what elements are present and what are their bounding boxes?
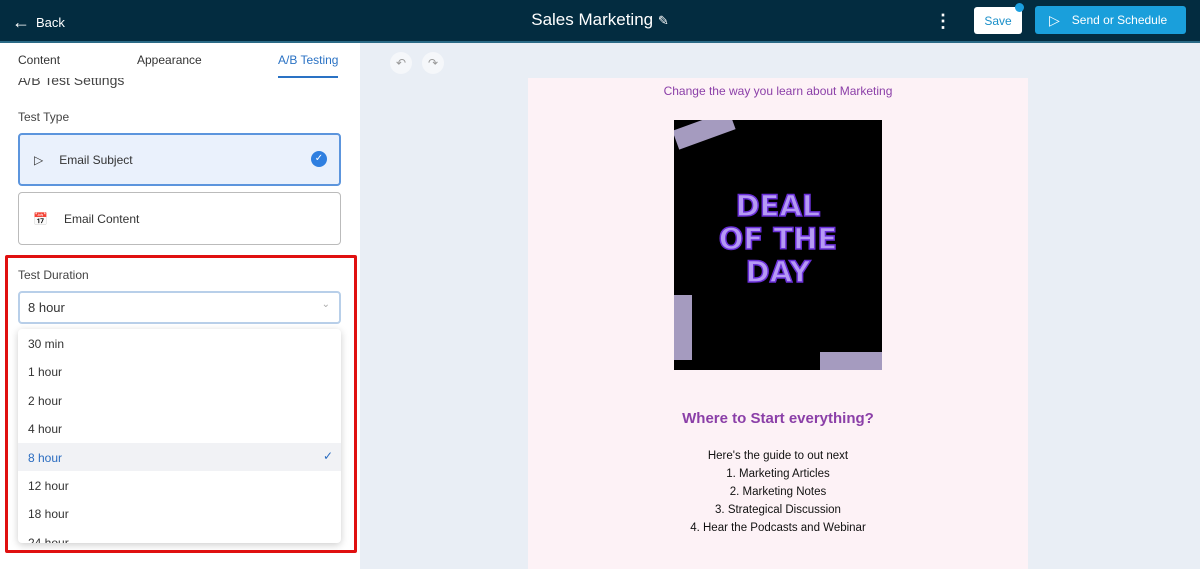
duration-option[interactable]: 2 hour (18, 386, 341, 414)
option-label: Email Subject (59, 152, 133, 167)
calendar-icon: 📅 (33, 211, 48, 226)
send-icon: ▷ (1049, 11, 1060, 28)
test-type-email-subject[interactable]: ▷ Email Subject ✓ (18, 133, 341, 186)
deal-line: DEAL (735, 189, 821, 224)
send-or-schedule-button[interactable]: ▷ Send or Schedule (1035, 6, 1186, 34)
check-circle-icon: ✓ (311, 151, 327, 167)
email-heading: Where to Start everything? (682, 410, 874, 427)
option-label: Email Content (63, 211, 140, 226)
tab-appearance[interactable]: Appearance (137, 53, 202, 67)
deal-of-the-day-image[interactable]: DEAL OF THE DAY (674, 120, 882, 370)
duration-option-selected[interactable]: 8 hour ✓ (18, 442, 341, 471)
tape-decoration (674, 120, 736, 150)
duration-option[interactable]: 30 min (18, 329, 341, 357)
settings-panel: Content Appearance A/B Testing A/B Test … (0, 43, 360, 569)
chevron-down-icon: ⌄ (321, 299, 330, 310)
duration-dropdown-menu: 30 min 1 hour 2 hour 4 hour 8 hour ✓ 12 h… (18, 329, 341, 543)
duration-option[interactable]: 18 hour (18, 499, 341, 527)
list-item: 1. Marketing Articles (726, 468, 830, 480)
more-options-icon[interactable]: ⋮ (934, 11, 952, 32)
email-tagline: Change the way you learn about Marketing (663, 84, 893, 98)
test-duration-label: Test Duration (18, 268, 89, 282)
redo-icon[interactable]: ↷ (422, 52, 444, 74)
send-icon: ▷ (34, 152, 44, 167)
option-label: 8 hour (28, 450, 63, 465)
checkmark-icon: ✓ (322, 448, 333, 463)
back-label: Back (36, 15, 65, 30)
duration-option[interactable]: 1 hour (18, 357, 341, 385)
unsaved-indicator (1015, 3, 1024, 12)
list-item: 4. Hear the Podcasts and Webinar (690, 522, 866, 534)
email-canvas: ↶ ↷ Change the way you learn about Marke… (360, 43, 1200, 569)
deal-line: OF THE (718, 222, 838, 257)
deal-text: DEAL OF THE DAY (674, 189, 882, 290)
tape-decoration (674, 295, 692, 360)
test-type-label: Test Type (18, 110, 70, 124)
tab-content[interactable]: Content (18, 53, 60, 67)
send-label: Send or Schedule (1071, 13, 1168, 27)
tab-ab-testing[interactable]: A/B Testing (278, 53, 339, 78)
panel-tabs: Content Appearance A/B Testing (0, 43, 360, 78)
save-button[interactable]: Save (974, 7, 1022, 34)
duration-option[interactable]: 24 hour (18, 528, 341, 543)
list-item: 3. Strategical Discussion (715, 504, 841, 516)
duration-option[interactable]: 4 hour (18, 414, 341, 442)
back-button[interactable]: ← Back (12, 12, 65, 33)
test-duration-select[interactable]: 8 hour ⌄ (18, 291, 341, 324)
pencil-icon[interactable]: ✎ (658, 13, 669, 28)
intro-text: Here's the guide to out next (707, 450, 849, 462)
list-item: 2. Marketing Notes (729, 486, 827, 498)
selected-value: 8 hour (28, 300, 65, 315)
tape-decoration (820, 352, 882, 370)
test-type-email-content[interactable]: 📅 Email Content (18, 192, 341, 245)
undo-icon[interactable]: ↶ (390, 52, 412, 74)
deal-line: DAY (745, 255, 811, 290)
top-bar: ← Back Sales Marketing ✎ ⋮ Save ▷ Send or … (0, 0, 1200, 43)
email-body: Here's the guide to out next 1. Marketin… (528, 447, 1028, 537)
duration-option[interactable]: 12 hour (18, 471, 341, 499)
arrow-left-icon: ← (12, 12, 30, 32)
email-preview: Change the way you learn about Marketing… (528, 78, 1028, 569)
title-text: Sales Marketing (531, 10, 654, 29)
